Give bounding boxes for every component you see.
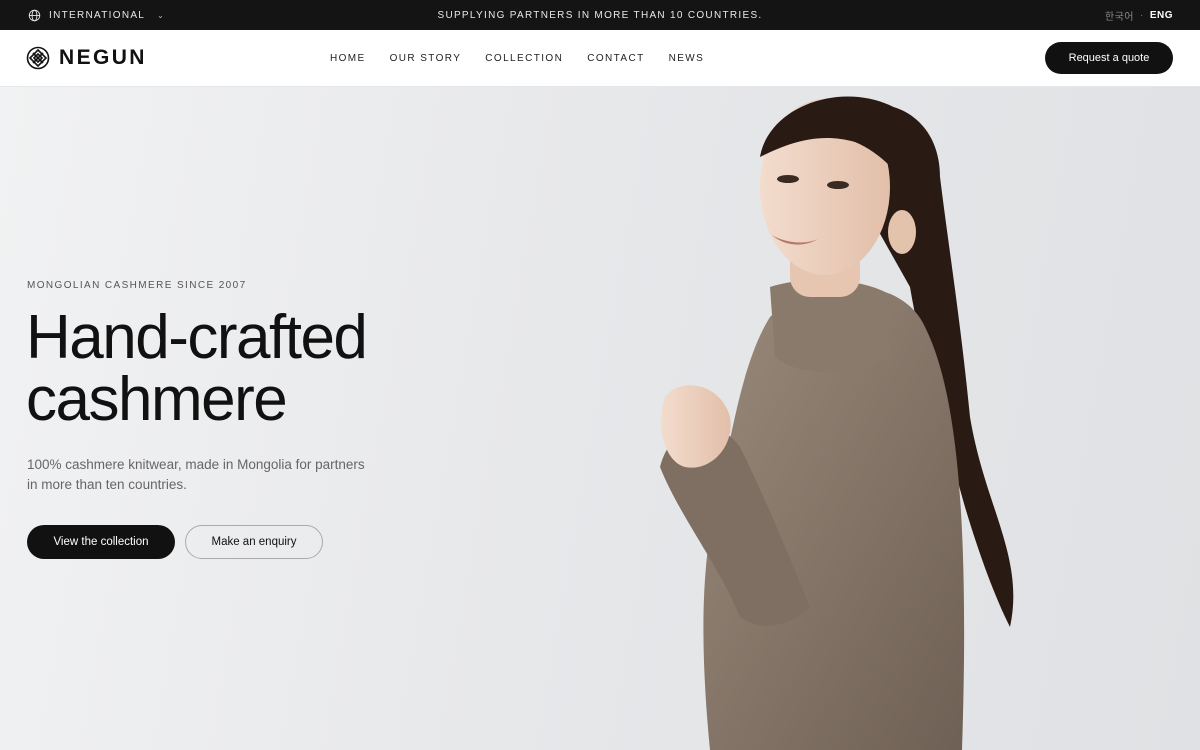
nav-our-story[interactable]: OUR STORY xyxy=(390,53,462,64)
announcement-bar: INTERNATIONAL ⌄ SUPPLYING PARTNERS IN MO… xyxy=(0,0,1200,30)
region-label: INTERNATIONAL xyxy=(49,9,146,21)
hero-title: Hand-crafted cashmere xyxy=(26,307,486,431)
hero-description-line-1: 100% cashmere knitwear, made in Mongolia… xyxy=(27,457,365,472)
hero-title-line-2: cashmere xyxy=(26,365,288,434)
chevron-down-icon: ⌄ xyxy=(157,10,166,20)
nav-home[interactable]: HOME xyxy=(330,53,366,64)
brand-wordmark: NEGUN xyxy=(59,46,147,69)
lang-english[interactable]: ENG xyxy=(1150,10,1173,21)
site-header: NEGUN HOME OUR STORY COLLECTION CONTACT … xyxy=(0,30,1200,87)
hero-title-line-1: Hand-crafted xyxy=(26,303,368,372)
hero-model-image xyxy=(660,96,1014,750)
hero-description-line-2: in more than ten countries. xyxy=(27,477,187,492)
main-nav: HOME OUR STORY COLLECTION CONTACT NEWS xyxy=(330,30,704,87)
nav-contact[interactable]: CONTACT xyxy=(587,53,644,64)
knot-logo-icon xyxy=(26,46,50,70)
lang-separator: · xyxy=(1139,9,1144,21)
language-switcher: 한국어 · ENG xyxy=(1105,8,1173,23)
lang-korean[interactable]: 한국어 xyxy=(1105,8,1134,23)
nav-news[interactable]: NEWS xyxy=(669,53,705,64)
brand-logo[interactable]: NEGUN xyxy=(26,46,147,70)
globe-icon xyxy=(28,9,41,21)
view-collection-button[interactable]: View the collection xyxy=(27,525,175,559)
hero-section: MONGOLIAN CASHMERE SINCE 2007 Hand-craft… xyxy=(0,87,1200,750)
nav-collection[interactable]: COLLECTION xyxy=(485,53,563,64)
request-quote-button[interactable]: Request a quote xyxy=(1045,42,1173,74)
announcement-text: SUPPLYING PARTNERS IN MORE THAN 10 COUNT… xyxy=(437,9,763,21)
hero-description: 100% cashmere knitwear, made in Mongolia… xyxy=(27,455,387,495)
make-enquiry-button[interactable]: Make an enquiry xyxy=(185,525,323,559)
hero-eyebrow: MONGOLIAN CASHMERE SINCE 2007 xyxy=(27,280,247,291)
region-selector[interactable]: INTERNATIONAL ⌄ xyxy=(28,9,165,22)
